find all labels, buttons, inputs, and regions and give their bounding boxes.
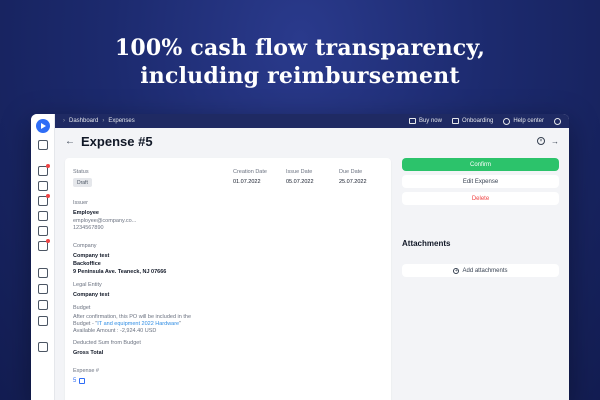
users-icon[interactable]: [38, 181, 48, 191]
due-date-label: Due Date: [339, 169, 363, 175]
due-date-value: 25.07.2022: [339, 179, 367, 185]
hero-line-2: including reimbursement: [140, 63, 460, 89]
issue-date-value: 05.07.2022: [286, 179, 314, 185]
catalog-icon[interactable]: [38, 226, 48, 236]
creation-date-label: Creation Date: [233, 169, 267, 175]
issuer-label: Issuer: [73, 200, 88, 206]
issuer-email: employee@company.co...: [73, 218, 137, 224]
chevron-right-icon: ›: [63, 118, 65, 124]
add-attachments-button[interactable]: + Add attachments: [402, 264, 559, 277]
truck-icon[interactable]: [38, 316, 48, 326]
plus-circle-icon: +: [453, 267, 460, 274]
user-menu-button[interactable]: [554, 117, 561, 125]
user-icon: [554, 117, 561, 125]
home-icon[interactable]: [38, 140, 48, 150]
app-window: › Dashboard › Expenses Buy now Onboardin…: [31, 114, 569, 400]
onboarding-label: Onboarding: [461, 118, 494, 124]
expense-number-label: Expense #: [73, 368, 99, 374]
breadcrumb-expenses[interactable]: Expenses: [108, 118, 134, 124]
buy-now-label: Buy now: [418, 118, 442, 124]
buy-now-button[interactable]: Buy now: [408, 118, 442, 124]
expense-number[interactable]: 5: [73, 378, 86, 384]
attachments-title: Attachments: [402, 239, 451, 248]
title-actions: × →: [537, 137, 559, 146]
logo-icon[interactable]: [36, 119, 50, 133]
delete-button[interactable]: Delete: [402, 192, 559, 205]
budget-reference: Budget - "IT and equipment 2022 Hardware…: [73, 321, 181, 327]
hero-headline: 100% cash flow transparency, including r…: [0, 34, 600, 90]
monitor-icon: [451, 118, 459, 124]
hero-line-1: 100% cash flow transparency,: [114, 35, 486, 61]
legal-entity-label: Legal Entity: [73, 282, 102, 288]
budget-link[interactable]: IT and equipment 2022 Hardware: [97, 321, 179, 327]
budget-available: Available Amount : -2,924.40 USD: [73, 328, 157, 334]
company-label: Company: [73, 243, 97, 249]
title-row: ← Expense #5 × →: [65, 133, 559, 149]
confirm-button[interactable]: Confirm: [402, 158, 559, 171]
left-rail: [31, 114, 55, 400]
actions-panel: Confirm Edit Expense Delete Attachments …: [402, 158, 559, 277]
settings-icon[interactable]: [38, 342, 48, 352]
edit-icon[interactable]: [79, 378, 86, 384]
help-center-button[interactable]: Help center: [503, 117, 544, 125]
breadcrumb-dashboard[interactable]: Dashboard: [69, 118, 98, 124]
deducted-sum-label: Deducted Sum from Budget: [73, 340, 141, 346]
status-badge: Draft: [73, 178, 92, 187]
breadcrumb: › Dashboard › Expenses: [63, 118, 399, 124]
main-content: ← Expense #5 × → Status Draft Creation D…: [55, 128, 569, 400]
invoice-icon[interactable]: [38, 164, 50, 176]
next-arrow-icon[interactable]: →: [551, 137, 559, 146]
top-bar: › Dashboard › Expenses Buy now Onboardin…: [55, 114, 569, 128]
add-attachments-label: Add attachments: [462, 267, 508, 274]
onboarding-button[interactable]: Onboarding: [451, 118, 494, 124]
budget-suffix: ": [179, 321, 182, 327]
lock-icon[interactable]: [38, 284, 48, 294]
budget-note: After confirmation, this PO will be incl…: [73, 314, 192, 320]
status-label: Status: [73, 169, 89, 175]
help-icon: [503, 117, 511, 125]
expense-number-value: 5: [73, 378, 77, 384]
documents-icon[interactable]: [38, 211, 48, 221]
orders-icon[interactable]: [38, 194, 50, 206]
help-center-label: Help center: [513, 118, 544, 124]
page-title: Expense #5: [81, 133, 153, 149]
issue-date-label: Issue Date: [286, 169, 313, 175]
budget-prefix: Budget - ": [73, 321, 98, 327]
company-address: 9 Peninsula Ave. Teaneck, NJ 07666: [73, 269, 167, 275]
cart-icon: [408, 118, 416, 124]
company-department: Backoffice: [73, 261, 101, 267]
issuer-role: Employee: [73, 210, 99, 216]
back-arrow-icon[interactable]: ←: [65, 136, 75, 147]
reports-icon[interactable]: [38, 268, 48, 278]
gross-total-label: Gross Total: [73, 350, 104, 356]
expenses-icon[interactable]: [38, 239, 50, 251]
budget-label: Budget: [73, 305, 91, 311]
close-circle-icon[interactable]: ×: [537, 137, 545, 145]
creation-date-value: 01.07.2022: [233, 179, 261, 185]
issuer-phone: 1234567890: [73, 225, 104, 231]
expense-details-card: Status Draft Creation Date 01.07.2022 Is…: [65, 158, 391, 400]
edit-expense-button[interactable]: Edit Expense: [402, 175, 559, 188]
company-name: Company test: [73, 253, 110, 259]
analytics-icon[interactable]: [38, 300, 48, 310]
chevron-right-icon: ›: [102, 118, 105, 124]
legal-entity-value: Company test: [73, 292, 110, 298]
